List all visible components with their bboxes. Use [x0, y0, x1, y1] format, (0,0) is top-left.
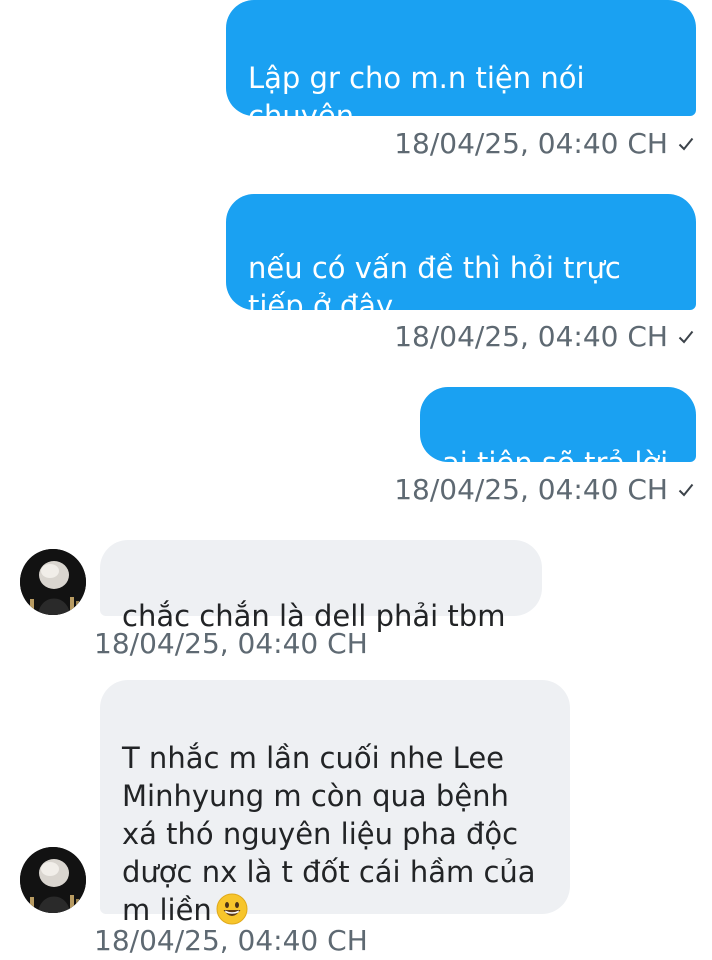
message-text: nếu có vấn đề thì hỏi trực tiếp ở đây: [248, 251, 621, 323]
check-icon: [678, 482, 694, 498]
message-bubble-incoming[interactable]: chắc chắn là dell phải tbm: [100, 540, 542, 633]
message-bubble-outgoing[interactable]: Lập gr cho m.n tiện nói chuyện: [226, 0, 696, 133]
message-text: T nhắc m lần cuối nhe Lee Minhyung m còn…: [122, 741, 536, 927]
timestamp-text: 18/04/25, 04:40 CH: [94, 627, 368, 660]
user-avatar[interactable]: [20, 847, 86, 913]
message-timestamp: 18/04/25, 04:40 CH: [394, 320, 694, 354]
avatar-image: [20, 847, 86, 913]
grinning-face-emoji: [216, 893, 248, 925]
message-timestamp: 18/04/25, 04:40 CH: [394, 473, 694, 507]
message-timestamp: 18/04/25, 04:40 CH: [394, 127, 694, 161]
timestamp-text: 18/04/25, 04:40 CH: [394, 320, 668, 353]
message-text: Lập gr cho m.n tiện nói chuyện: [248, 61, 585, 133]
message-timestamp: 18/04/25, 04:40 CH: [94, 627, 368, 661]
message-bubble-incoming[interactable]: T nhắc m lần cuối nhe Lee Minhyung m còn…: [100, 680, 570, 927]
user-avatar[interactable]: [20, 549, 86, 615]
message-bubble-outgoing[interactable]: ai tiện sẽ trả lời: [420, 387, 696, 480]
check-icon: [678, 329, 694, 345]
timestamp-text: 18/04/25, 04:40 CH: [394, 127, 668, 160]
timestamp-text: 18/04/25, 04:40 CH: [94, 924, 368, 957]
message-bubble-outgoing[interactable]: nếu có vấn đề thì hỏi trực tiếp ở đây: [226, 194, 696, 323]
avatar-image: [20, 549, 86, 615]
check-icon: [678, 136, 694, 152]
message-timestamp: 18/04/25, 04:40 CH: [94, 924, 368, 958]
timestamp-text: 18/04/25, 04:40 CH: [394, 473, 668, 506]
